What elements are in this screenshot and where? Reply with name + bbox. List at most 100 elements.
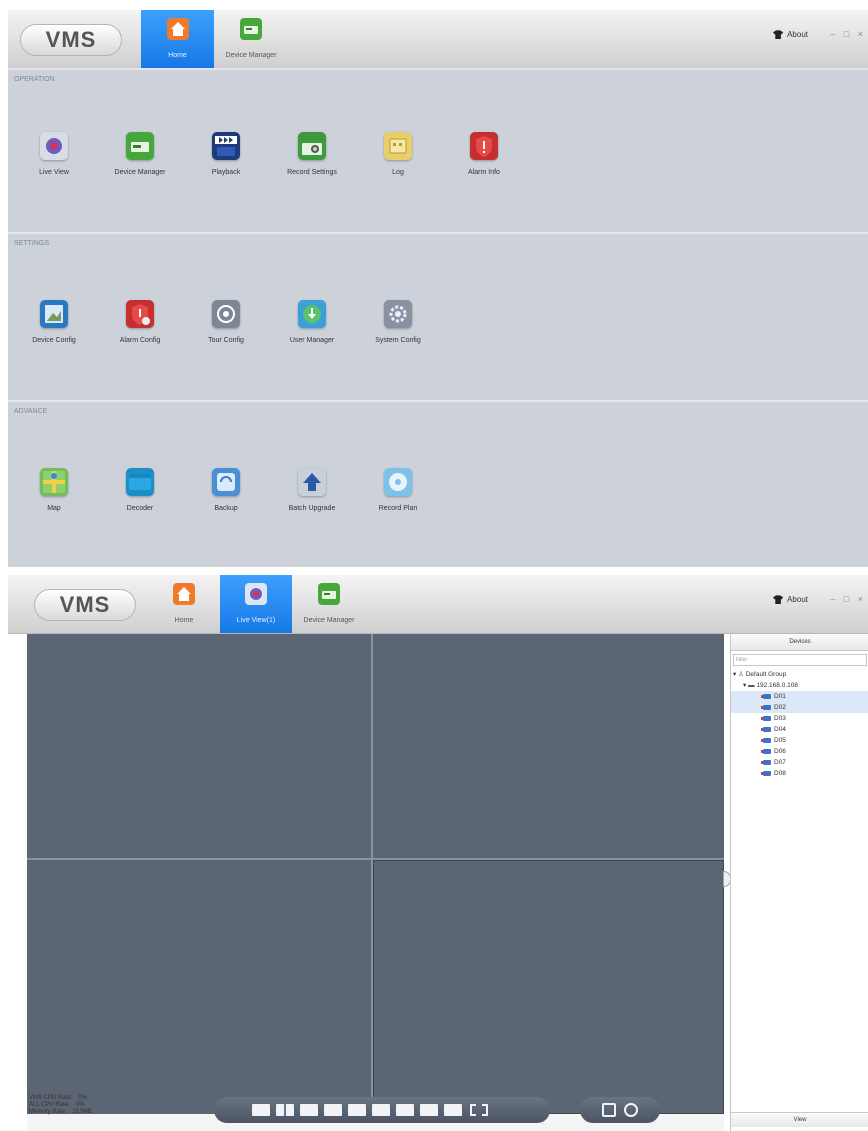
decoder-button[interactable]: Decoder xyxy=(100,468,180,513)
title-bar: VMS Home Live View(1) Device Manager Abo… xyxy=(8,575,868,634)
tree-group[interactable]: ▾ ♙ Default Group xyxy=(731,669,868,680)
tour-config-icon xyxy=(212,300,240,328)
tree-device[interactable]: ▾ ▬ 192.168.0.108 xyxy=(731,680,868,691)
map-icon xyxy=(40,468,68,496)
about-button[interactable]: About xyxy=(773,595,808,605)
device-tree: ▾ ♙ Default Group ▾ ▬ 192.168.0.108 D01 … xyxy=(731,669,868,779)
layout-64-split-icon[interactable] xyxy=(444,1104,462,1116)
system-config-button[interactable]: System Config xyxy=(358,300,438,345)
live-view-icon xyxy=(245,583,267,605)
tab-home[interactable]: Home xyxy=(141,10,214,68)
tree-channel[interactable]: D03 xyxy=(731,713,868,724)
log-icon xyxy=(384,132,412,160)
live-view-button[interactable]: Live View xyxy=(14,132,94,177)
playback-button[interactable]: Playback xyxy=(186,132,266,177)
devices-panel-title: Devices xyxy=(731,634,868,651)
live-view-icon xyxy=(40,132,68,160)
batch-upgrade-icon xyxy=(298,468,326,496)
home-icon xyxy=(173,583,195,605)
layout-4-split-icon[interactable] xyxy=(276,1104,294,1116)
window-controls[interactable]: – □ × xyxy=(830,594,866,604)
shirt-icon xyxy=(773,595,784,605)
section-operation: OPERATION Live View Device Manager Playb… xyxy=(8,68,868,232)
devices-panel: Devices Filter ▾ ♙ Default Group ▾ ▬ 192… xyxy=(730,634,868,1131)
layout-16-split-icon[interactable] xyxy=(372,1104,390,1116)
playback-icon xyxy=(212,132,240,160)
layout-1-split-icon[interactable] xyxy=(252,1104,270,1116)
layout-25-split-icon[interactable] xyxy=(396,1104,414,1116)
tree-channel[interactable]: D01 xyxy=(731,691,868,702)
tour-config-button[interactable]: Tour Config xyxy=(186,300,266,345)
home-screen: VMS Home Device Manager About – □ × OPER… xyxy=(8,10,868,567)
record-plan-button[interactable]: Record Plan xyxy=(358,468,438,513)
alarm-info-icon xyxy=(470,132,498,160)
tab-device-manager[interactable]: Device Manager xyxy=(292,575,366,633)
camera-icon xyxy=(761,759,771,765)
device-config-button[interactable]: Device Config xyxy=(14,300,94,345)
snapshot-icon[interactable] xyxy=(624,1103,638,1117)
device-icon: ▬ xyxy=(748,682,755,689)
system-stats: VMS CPU Rate: 0% ALL CPU Rate: 0% Memory R… xyxy=(29,1095,92,1115)
alarm-info-button[interactable]: Alarm Info xyxy=(444,132,524,177)
layout-36-split-icon[interactable] xyxy=(420,1104,438,1116)
section-title: OPERATION xyxy=(14,76,55,83)
title-bar: VMS Home Device Manager About – □ × xyxy=(8,10,868,69)
section-advance: ADVANCE Map Decoder Backup Batch Upgrade… xyxy=(8,400,868,567)
snapshot-toolbar xyxy=(580,1097,660,1123)
backup-icon xyxy=(212,468,240,496)
device-manager-icon xyxy=(318,583,340,605)
video-pane-2[interactable] xyxy=(373,634,724,858)
record-settings-button[interactable]: Record Settings xyxy=(272,132,352,177)
camera-icon xyxy=(761,726,771,732)
camera-icon xyxy=(761,737,771,743)
tab-live-view[interactable]: Live View(1) xyxy=(220,575,292,633)
camera-icon xyxy=(761,704,771,710)
vms-logo: VMS xyxy=(20,24,122,56)
video-pane-4[interactable] xyxy=(373,860,724,1114)
backup-button[interactable]: Backup xyxy=(186,468,266,513)
tree-channel[interactable]: D02 xyxy=(731,702,868,713)
device-manager-button[interactable]: Device Manager xyxy=(100,132,180,177)
live-view-screen: VMS Home Live View(1) Device Manager Abo… xyxy=(8,575,868,1131)
section-title: ADVANCE xyxy=(14,408,48,415)
section-settings: SETTINGS Device Config Alarm Config Tour… xyxy=(8,232,868,400)
decoder-icon xyxy=(126,468,154,496)
window-controls[interactable]: – □ × xyxy=(830,29,866,39)
tree-channel[interactable]: D05 xyxy=(731,735,868,746)
camera-icon xyxy=(761,770,771,776)
log-button[interactable]: Log xyxy=(358,132,438,177)
layout-6-split-icon[interactable] xyxy=(300,1104,318,1116)
tree-channel[interactable]: D08 xyxy=(731,768,868,779)
shirt-icon xyxy=(773,30,784,40)
record-plan-icon xyxy=(384,468,412,496)
video-grid xyxy=(27,634,724,1114)
section-title: SETTINGS xyxy=(14,240,50,247)
home-icon xyxy=(166,18,189,40)
batch-upgrade-button[interactable]: Batch Upgrade xyxy=(272,468,352,513)
tab-home[interactable]: Home xyxy=(148,575,220,633)
view-tab[interactable]: View xyxy=(731,1112,868,1127)
user-manager-button[interactable]: User Manager xyxy=(272,300,352,345)
fullscreen-icon[interactable] xyxy=(470,1104,488,1116)
tree-channel[interactable]: D07 xyxy=(731,757,868,768)
alarm-config-button[interactable]: Alarm Config xyxy=(100,300,180,345)
map-button[interactable]: Map xyxy=(14,468,94,513)
camera-icon xyxy=(761,693,771,699)
tab-device-manager[interactable]: Device Manager xyxy=(214,10,288,68)
tree-channel[interactable]: D06 xyxy=(731,746,868,757)
layout-8-split-icon[interactable] xyxy=(324,1104,342,1116)
alarm-config-icon xyxy=(126,300,154,328)
about-button[interactable]: About xyxy=(773,30,808,40)
user-manager-icon xyxy=(298,300,326,328)
save-icon[interactable] xyxy=(602,1103,616,1117)
left-strip xyxy=(8,634,27,1131)
layout-toolbar xyxy=(214,1097,550,1123)
tree-channel[interactable]: D04 xyxy=(731,724,868,735)
device-filter-input[interactable]: Filter xyxy=(733,654,867,666)
camera-icon xyxy=(761,748,771,754)
video-pane-1[interactable] xyxy=(27,634,371,858)
camera-icon xyxy=(761,715,771,721)
layout-9-split-icon[interactable] xyxy=(348,1104,366,1116)
device-config-icon xyxy=(40,300,68,328)
video-pane-3[interactable] xyxy=(27,860,371,1114)
